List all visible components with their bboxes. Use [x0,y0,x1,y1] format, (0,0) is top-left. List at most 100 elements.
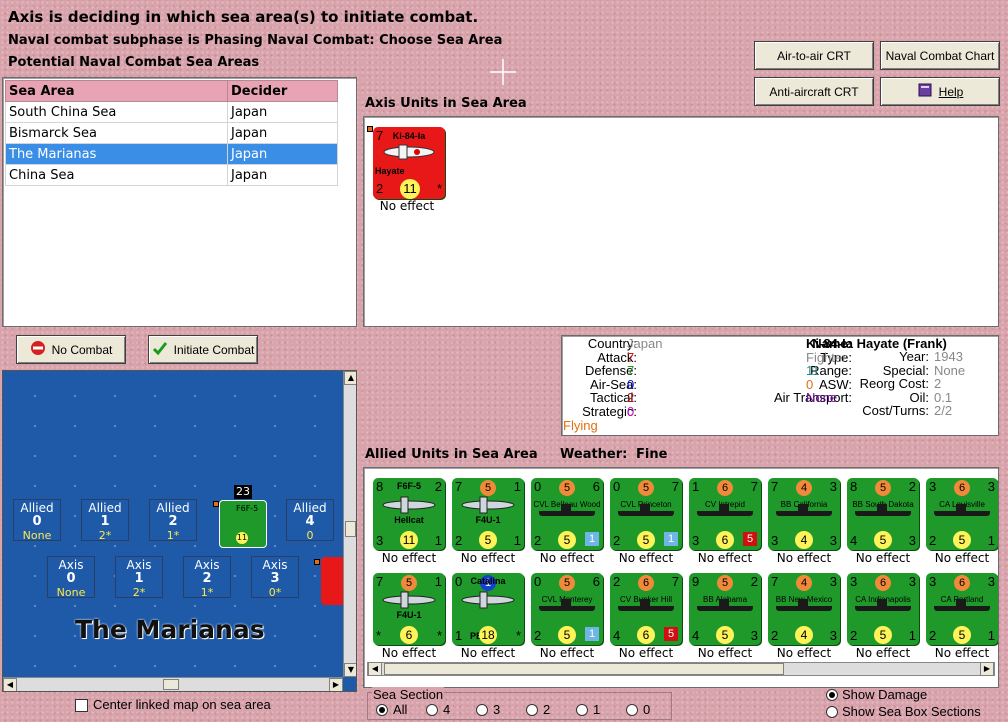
sea-section-title: Sea Section [372,687,445,702]
allied-unit-counter[interactable]: 7 1 5 F4U-1 2 5 1 [452,478,524,550]
unit-bl: 2 [613,533,621,548]
allied-unit-counter[interactable]: 7 3 4 BB New Mexico 2 4 3 [768,573,840,645]
sea-section-radio-label: 4 [443,702,451,717]
unit-br: 3 [829,533,837,548]
ship-icon [539,606,595,611]
allied-unit-effect: No effect [460,646,516,660]
allied-unit-counter[interactable]: 276CV Bunker Hill465 [610,573,682,645]
allied-unit-counter[interactable]: 0 6 5 CVL Monterey 2 5 1 [531,573,603,645]
sea-section-radio-0[interactable] [626,704,638,716]
plane-icon [379,591,439,609]
unit-range-circle: 5 [637,531,655,549]
allied-box-4[interactable]: Allied 4 0 [286,499,334,542]
box-label: Allied [20,501,54,515]
col-decider[interactable]: Decider [227,80,338,102]
unit-br: 3 [829,628,837,643]
allied-unit-counter[interactable]: 065CVL Belleau Wood251 [531,478,603,550]
map-unit-range: 11 [236,532,248,544]
sea-section-group: Sea Section All 4 3 2 1 0 [367,687,672,720]
allied-scroll-thumb[interactable] [384,663,784,675]
box-label: Axis [194,558,220,572]
show-damage-radio[interactable] [826,689,838,701]
scroll-left-icon[interactable]: ◀ [3,678,17,691]
sea-section-radio-1[interactable] [576,704,588,716]
allied-unit-counter[interactable]: 3 3 6 CA Portland 2 5 1 [926,573,998,645]
ship-icon [934,511,990,516]
axis-unit-effect: No effect [379,199,435,213]
map-vertical-scrollbar[interactable]: ▲ ▼ [343,371,356,677]
allied-unit-counter[interactable]: 7 1 5 F4U-1 * 6 * [373,573,445,645]
attack-value: 7 [627,349,635,365]
box-label: Allied [293,501,327,515]
axis-box-0[interactable]: Axis 0 None [47,556,95,599]
strategic-value: 0 [627,403,635,419]
unit-br: * [436,628,442,643]
allied-unit-counter[interactable]: 3 3 6 CA Louisville 2 5 1 [926,478,998,550]
anti-aircraft-crt-button[interactable]: Anti-aircraft CRT [754,77,874,106]
allied-unit-counter[interactable]: 0 7 5 CVL Princeton 2 5 1 [610,478,682,550]
col-sea-area[interactable]: Sea Area [5,80,228,102]
scroll-thumb-v[interactable] [345,521,356,537]
allied-scroll-right-icon[interactable]: ▶ [980,662,994,676]
show-sea-box-label: Show Sea Box Sections [842,704,981,719]
axis-box-2[interactable]: Axis 2 1* [183,556,231,599]
no-combat-button[interactable]: No Combat [16,335,126,364]
map-unit-stack[interactable]: F6F-5 11 [219,500,267,548]
unit-top-circle: 5 [875,480,891,496]
unit-range-circle: 5 [874,531,892,549]
table-row[interactable]: China Sea Japan [5,164,338,186]
allied-unit-counter[interactable]: 7 3 4 BB California 3 4 3 [768,478,840,550]
allied-unit-counter[interactable]: 01CatalinaPBY-1118* [452,573,524,645]
unit-tl: 3 [850,574,858,589]
table-row-selected[interactable]: The Marianas Japan [5,143,338,165]
year-label: Year: [899,349,929,364]
table-row[interactable]: South China Sea Japan [5,101,338,123]
allied-scroll-left-icon[interactable]: ◀ [368,662,382,676]
help-button[interactable]: Help [880,77,1000,106]
unit-square-badge: 5 [743,532,757,546]
unit-range-circle: 18 [479,626,497,644]
unit-range-circle: 5 [558,531,576,549]
table-row[interactable]: Bismarck Sea Japan [5,122,338,144]
scroll-up-icon[interactable]: ▲ [344,371,356,385]
allied-unit-counter[interactable]: 8 2 5 BB South Dakota 4 5 3 [847,478,919,550]
allied-box-1[interactable]: Allied 1 2* [81,499,129,542]
sea-area-map[interactable]: 23 F6F-5 11 Allied 0 None Allied 1 2* Allied… [2,370,357,692]
allied-box-0[interactable]: Allied 0 None [13,499,61,542]
show-sea-box-radio[interactable] [826,706,838,718]
map-horizontal-scrollbar[interactable]: ◀ ▶ [3,677,343,691]
axis-box-3[interactable]: Axis 3 0* [251,556,299,599]
unit-range-circle: 6 [637,626,655,644]
initiate-combat-button[interactable]: Initiate Combat [148,335,258,364]
ship-icon [776,511,832,516]
unit-br: 1 [987,628,995,643]
center-link-checkbox[interactable] [75,699,88,712]
allied-box-2[interactable]: Allied 2 1* [149,499,197,542]
unit-br: 1 [513,533,521,548]
naval-combat-chart-button[interactable]: Naval Combat Chart [880,41,1000,70]
no-combat-label: No Combat [51,342,113,357]
scroll-right-icon[interactable]: ▶ [329,678,343,691]
unit-tr: 3 [987,574,995,589]
sea-section-radio-2[interactable] [526,704,538,716]
unit-top-circle: 6 [875,575,891,591]
allied-horizontal-scrollbar[interactable]: ◀ ▶ [367,662,995,676]
air-to-air-crt-button[interactable]: Air-to-air CRT [754,41,874,70]
unit-bl: 2 [850,628,858,643]
sea-section-radio-all[interactable] [376,704,388,716]
axis-unit-counter[interactable]: 7 Ki-84-Ia Hayate 2 11 * [373,127,445,199]
sea-section-radio-label: 2 [543,702,551,717]
plane-icon [381,143,437,161]
scroll-down-icon[interactable]: ▼ [344,663,356,677]
ship-icon [855,511,911,516]
allied-unit-counter[interactable]: 1 7 6 CV Intrepid 3 6 5 [689,478,761,550]
allied-unit-counter[interactable]: 8 2 F6F-5 Hellcat 3 11 1 [373,478,445,550]
axis-box-1[interactable]: Axis 1 2* [115,556,163,599]
scroll-thumb-h[interactable] [163,679,179,690]
sea-section-radio-3[interactable] [476,704,488,716]
allied-unit-counter[interactable]: 3 3 6 CA Indianapolis 2 5 1 [847,573,919,645]
map-axis-stack[interactable] [321,557,345,605]
defense-value: 7 [627,363,635,378]
allied-unit-counter[interactable]: 9 2 5 BB Alabama 4 5 3 [689,573,761,645]
sea-section-radio-4[interactable] [426,704,438,716]
